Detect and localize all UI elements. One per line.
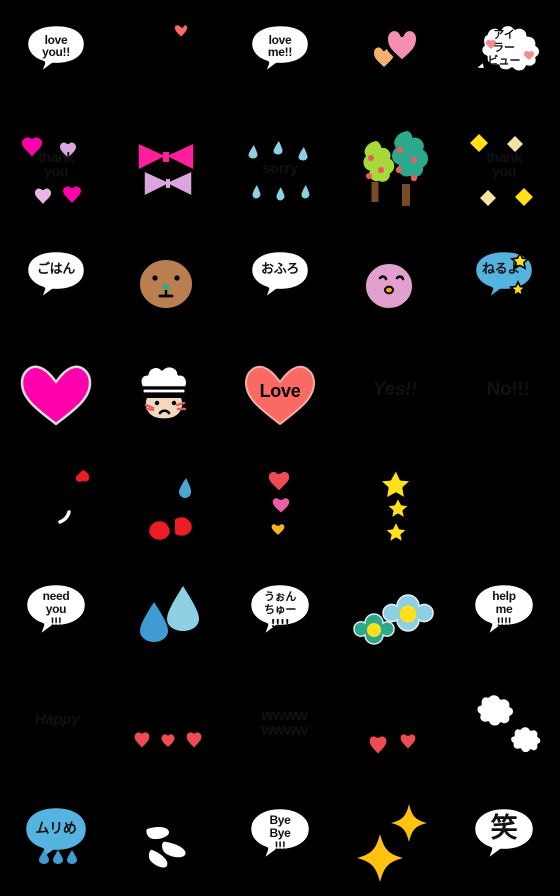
cloud-bubble-icon: アイ ラー ビュー xyxy=(456,8,552,104)
emoji-cell-two-teardrops[interactable] xyxy=(112,560,224,672)
two-apple-trees-icon xyxy=(344,120,440,216)
emoji-cell-yellow-sparkles[interactable] xyxy=(336,784,448,896)
emoji-cell-brown-bear-face[interactable] xyxy=(112,224,224,336)
two-hearts-icon xyxy=(344,8,440,104)
emoji-cell-two-apple-trees[interactable] xyxy=(336,112,448,224)
emoji-cell-thank-you-hearts-text[interactable]: thank you xyxy=(0,112,112,224)
emoji-cell-two-hearts-pink-orange[interactable] xyxy=(336,0,448,112)
sorry-teardrops-icon: sorry xyxy=(232,120,328,216)
help-me-bubble-icon: help me !!!! xyxy=(456,568,552,664)
emoji-cell-white-puff-clouds[interactable] xyxy=(448,672,560,784)
two-teardrops-icon xyxy=(120,568,216,664)
brown-bear-face-icon xyxy=(120,232,216,328)
emoji-cell-magenta-heart[interactable] xyxy=(0,336,112,448)
thank-you-hearts-icon: thank you xyxy=(8,120,104,216)
emoji-cell-three-flying-stars[interactable] xyxy=(336,448,448,560)
pink-sprout-character-icon xyxy=(344,232,440,328)
music-notes-icon xyxy=(456,456,552,552)
emoji-cell-happy-text-art[interactable]: Happy xyxy=(0,672,112,784)
emoji-cell-bye-bye-speech-bubble[interactable]: Bye Bye !!! xyxy=(224,784,336,896)
emoji-cell-broken-cherry-teardrop[interactable] xyxy=(112,448,224,560)
three-flying-stars-icon xyxy=(344,456,440,552)
three-falling-hearts-icon xyxy=(120,680,216,776)
emoji-cell-sorry-teardrops-text[interactable]: sorry xyxy=(224,112,336,224)
murime-bubble-icon: ムリめ xyxy=(8,792,104,888)
emoji-cell-need-you-speech-bubble[interactable]: need you !!! xyxy=(0,560,112,672)
chef-face-crying-icon xyxy=(120,344,216,440)
emoji-cell-two-ribbon-bows[interactable] xyxy=(112,112,224,224)
no-text-art-icon: No!!! xyxy=(456,344,552,440)
wwww-laugh-text-art-icon: wwww wwww xyxy=(232,680,328,776)
emoji-cell-three-flying-hearts[interactable] xyxy=(224,448,336,560)
white-puff-clouds-icon xyxy=(456,680,552,776)
emoji-cell-neruyo-blue-star-bubble[interactable]: ねるよ xyxy=(448,224,560,336)
need-you-bubble-icon: need you !!! xyxy=(8,568,104,664)
emoji-cell-question-marks-hearts[interactable] xyxy=(336,672,448,784)
emoji-cell-ai-rabu-yuu-cloud-bubble[interactable]: アイ ラー ビュー xyxy=(448,0,560,112)
neruyo-bubble-icon: ねるよ xyxy=(456,232,552,328)
emoji-cell-three-falling-hearts[interactable] xyxy=(112,672,224,784)
happy-text-art-icon: Happy xyxy=(8,680,104,776)
yellow-sparkles-icon xyxy=(344,792,440,888)
emoji-cell-black-bomb[interactable] xyxy=(0,448,112,560)
emoji-sticker-grid: love you!! love me!! アイ ラー ビュー thank you… xyxy=(0,0,560,896)
emoji-cell-yes-text-art[interactable]: Yes!! xyxy=(336,336,448,448)
question-marks-hearts-icon xyxy=(344,680,440,776)
love-me-bubble-icon: love me!! xyxy=(232,8,328,104)
emoji-cell-two-flowers[interactable] xyxy=(336,560,448,672)
emoji-cell-no-text-art[interactable]: No!!! xyxy=(448,336,560,448)
emoji-cell-chef-face-crying[interactable] xyxy=(112,336,224,448)
emoji-cell-gohan-speech-bubble[interactable]: ごはん xyxy=(0,224,112,336)
emoji-cell-pink-sprout-character[interactable] xyxy=(336,224,448,336)
three-white-petals-icon xyxy=(120,792,216,888)
emoji-cell-love-you-speech-bubble[interactable]: love you!! xyxy=(0,0,112,112)
emoji-cell-wonchuu-speech-bubble[interactable]: うぉん ちゅー !!!! xyxy=(224,560,336,672)
emoji-cell-help-me-speech-bubble[interactable]: help me !!!! xyxy=(448,560,560,672)
warai-bubble-icon: 笑 xyxy=(456,792,552,888)
emoji-cell-love-heart-label[interactable]: Love xyxy=(224,336,336,448)
emoji-cell-wwww-laugh-text-art[interactable]: wwww wwww xyxy=(224,672,336,784)
emoji-cell-heart-arrow-swirl[interactable] xyxy=(112,0,224,112)
gohan-bubble-icon: ごはん xyxy=(8,232,104,328)
yes-text-art-icon: Yes!! xyxy=(344,344,440,440)
wonchuu-bubble-icon: うぉん ちゅー !!!! xyxy=(232,568,328,664)
emoji-cell-warai-speech-bubble[interactable]: 笑 xyxy=(448,784,560,896)
bye-bye-bubble-icon: Bye Bye !!! xyxy=(232,792,328,888)
emoji-cell-love-me-speech-bubble[interactable]: love me!! xyxy=(224,0,336,112)
broken-cherry-teardrop-icon xyxy=(120,456,216,552)
thank-you-diamonds-icon: thank you xyxy=(456,120,552,216)
emoji-cell-music-notes[interactable] xyxy=(448,448,560,560)
emoji-cell-three-white-petals[interactable] xyxy=(112,784,224,896)
magenta-heart-icon xyxy=(8,344,104,440)
heart-arrow-swirl-icon xyxy=(120,8,216,104)
black-bomb-icon xyxy=(8,456,104,552)
love-heart-label-icon: Love xyxy=(232,344,328,440)
love-you-bubble-icon: love you!! xyxy=(8,8,104,104)
emoji-cell-ofuro-speech-bubble[interactable]: おふろ xyxy=(224,224,336,336)
emoji-cell-thank-you-diamonds-text[interactable]: thank you xyxy=(448,112,560,224)
emoji-cell-murime-blue-bubble[interactable]: ムリめ xyxy=(0,784,112,896)
three-flying-hearts-icon xyxy=(232,456,328,552)
ofuro-bubble-icon: おふろ xyxy=(232,232,328,328)
two-flowers-icon xyxy=(344,568,440,664)
two-ribbon-bows-icon xyxy=(120,120,216,216)
